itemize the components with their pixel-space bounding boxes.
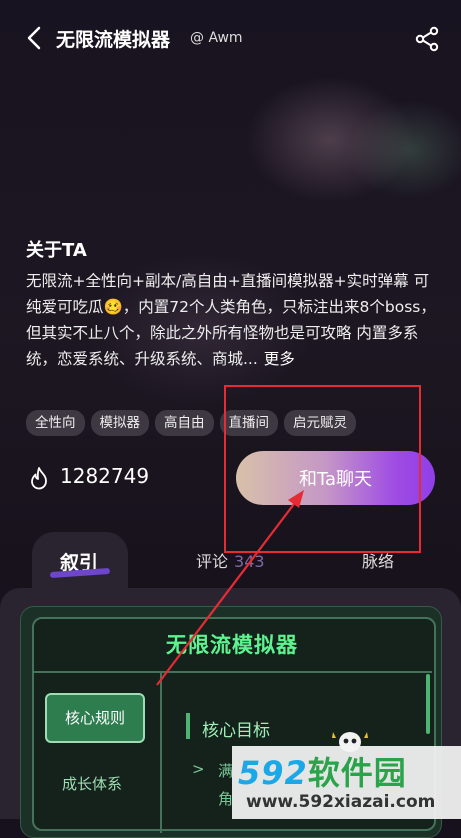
description-text: 无限流+全性向+副本/高自由+直播间模拟器+实时弹幕 可纯爱可吃瓜🥴，内置72个…: [26, 272, 436, 368]
annotation-box: [224, 385, 421, 553]
author-handle[interactable]: @ Awm: [190, 30, 243, 46]
tab-label: 脉络: [362, 552, 395, 571]
more-link[interactable]: 更多: [264, 350, 295, 368]
bullet-marker: >: [192, 760, 205, 778]
heat-count: 1282749: [60, 464, 150, 488]
watermark-logo: 592软件园: [238, 748, 407, 794]
bullet-text: 满: [218, 762, 234, 780]
card-scrollbar[interactable]: [426, 674, 430, 734]
tab-comments[interactable]: 评论 343: [196, 548, 265, 572]
tag[interactable]: 模拟器: [90, 410, 149, 436]
watermark-text: 软件园: [307, 754, 407, 792]
page-title: 无限流模拟器: [56, 29, 171, 51]
comment-count: 343: [234, 552, 265, 571]
card-title: 无限流模拟器: [32, 617, 432, 673]
watermark-number: 592: [238, 754, 308, 792]
tab-timeline[interactable]: 脉络: [362, 548, 394, 572]
section-marker: [186, 713, 190, 739]
tag[interactable]: 全性向: [26, 410, 85, 436]
about-heading: 关于TA: [26, 240, 87, 261]
tag[interactable]: 高自由: [155, 410, 214, 436]
watermark-url: www.592xiazai.com: [246, 792, 436, 812]
bullet-text-continued: 角: [218, 790, 234, 808]
core-rules-button[interactable]: 核心规则: [45, 693, 145, 743]
share-icon[interactable]: [414, 26, 440, 52]
chevron-left-icon[interactable]: [22, 24, 48, 52]
growth-system-button[interactable]: 成长体系: [62, 773, 122, 794]
tab-label: 评论: [196, 552, 229, 571]
about-description: 无限流+全性向+副本/高自由+直播间模拟器+实时弹幕 可纯爱可吃瓜🥴，内置72个…: [26, 268, 442, 372]
flame-icon: [28, 466, 50, 490]
section-title: 核心目标: [202, 721, 270, 741]
top-bar: 无限流模拟器 @ Awm: [0, 0, 461, 76]
